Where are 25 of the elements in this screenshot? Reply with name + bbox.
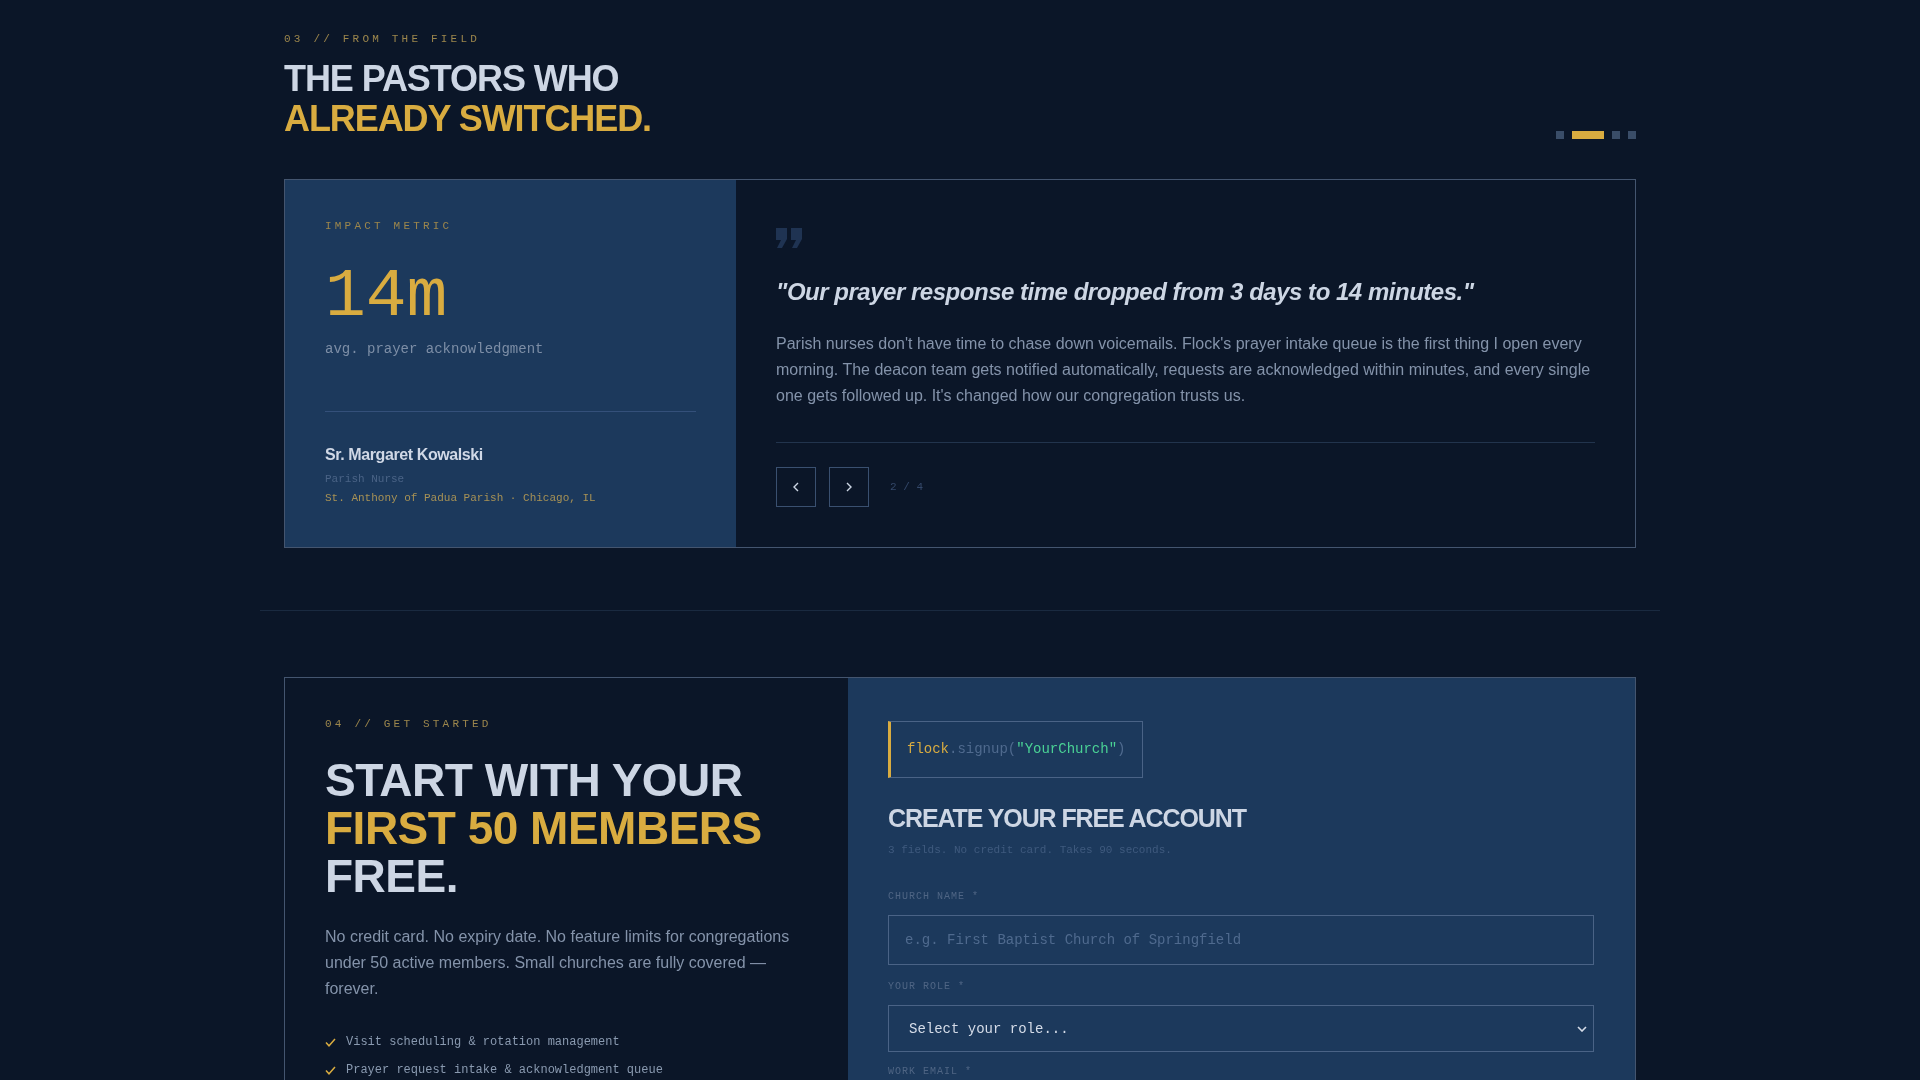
author-parish: St. Anthony of Padua Parish · Chicago, IL [325,491,596,505]
metric-value: 14m [325,263,448,331]
author-name: Sr. Margaret Kowalski [325,445,483,465]
section-heading: START WITH YOUR FIRST 50 MEMBERS FREE. [325,756,763,900]
section-eyebrow: 03 // FROM THE FIELD [284,32,482,46]
quote-text: "Our prayer response time dropped from 3 days to 14 minutes." [776,277,1474,307]
select-field[interactable]: Select your role... [888,1005,1594,1052]
testimonial-body: Parish nurses don't have time to chase down voicemails. Flock's prayer intake queue is the first thing I open every morning. The deacon team gets notified automatically, requests are acknowledged within minutes, and every single one gets followed up. It's changed how our congregation trusts us. [776,334,1592,406]
chevron-down-icon [1577,1025,1587,1032]
chevron-left-icon [793,482,799,492]
feature-text: Prayer request intake & acknowledgment queue [346,1062,663,1079]
feature-text: Visit scheduling & rotation management [346,1034,620,1051]
metric-caption: avg. prayer acknowledgment [325,340,544,359]
quote-icon [776,228,802,248]
form-title: CREATE YOUR FREE ACCOUNT [888,804,1246,832]
next-button[interactable] [829,467,869,507]
section-heading: THE PASTORS WHO ALREADY SWITCHED. [284,59,651,139]
section-eyebrow: 04 // GET STARTED [325,717,492,731]
chevron-right-icon [846,482,852,492]
check-icon [325,1065,336,1075]
metric-label: IMPACT METRIC [325,219,454,233]
check-icon [325,1037,336,1047]
slide-counter: 2 / 4 [890,480,923,494]
section-description: No credit card. No expiry date. No feature limits for congregations under 50 active members. Small churches are fully covered — forever. [325,927,791,999]
previous-button[interactable] [776,467,816,507]
